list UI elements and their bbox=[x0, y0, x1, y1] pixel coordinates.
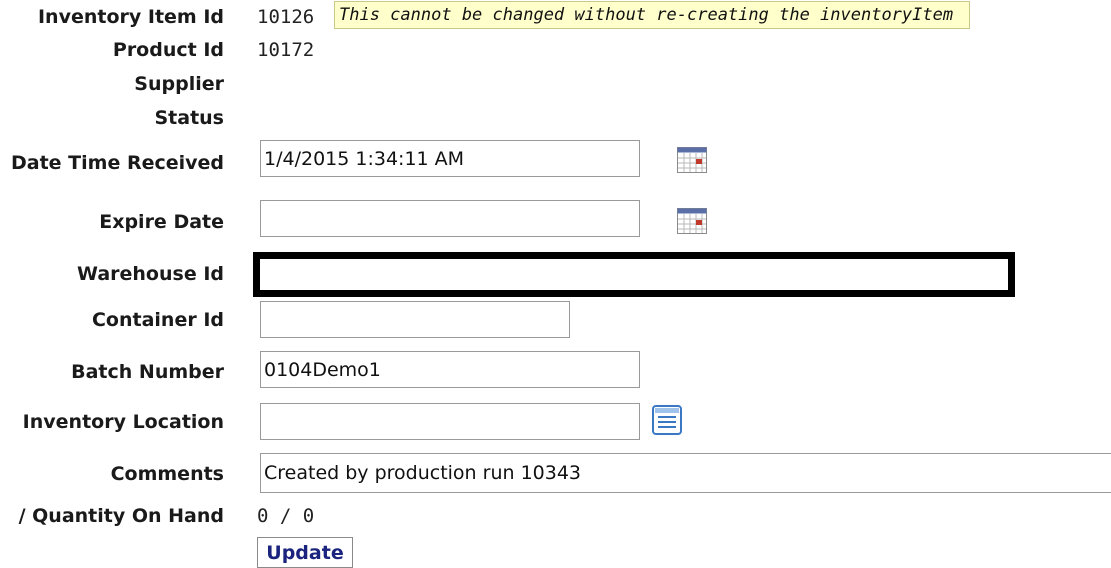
comments-label: Comments bbox=[110, 463, 224, 485]
batch-number-label: Batch Number bbox=[71, 361, 224, 383]
container-id-input[interactable] bbox=[260, 301, 570, 338]
expire-date-label: Expire Date bbox=[99, 211, 224, 233]
supplier-label: Supplier bbox=[134, 73, 224, 95]
quantity-on-hand-label: / Quantity On Hand bbox=[18, 505, 224, 527]
inventory-location-label: Inventory Location bbox=[22, 411, 224, 433]
lookup-list-icon[interactable] bbox=[652, 405, 682, 435]
container-id-label: Container Id bbox=[91, 309, 224, 331]
warehouse-id-input[interactable] bbox=[253, 252, 1015, 297]
inventory-item-id-label: Inventory Item Id bbox=[37, 6, 224, 28]
comments-input[interactable] bbox=[260, 453, 1111, 493]
inventory-item-id-tooltip: This cannot be changed without re-creati… bbox=[334, 1, 970, 29]
date-time-received-input[interactable] bbox=[260, 140, 640, 177]
calendar-icon[interactable] bbox=[677, 208, 707, 234]
batch-number-input[interactable] bbox=[260, 351, 640, 388]
warehouse-id-label: Warehouse Id bbox=[77, 263, 224, 285]
update-button[interactable]: Update bbox=[257, 537, 353, 568]
calendar-icon[interactable] bbox=[677, 147, 707, 173]
product-id-value: 10172 bbox=[257, 39, 315, 61]
date-time-received-label: Date Time Received bbox=[11, 152, 224, 174]
quantity-on-hand-value: 0 / 0 bbox=[257, 505, 315, 527]
product-id-label: Product Id bbox=[112, 39, 224, 61]
inventory-location-input[interactable] bbox=[260, 403, 640, 440]
expire-date-input[interactable] bbox=[260, 200, 640, 237]
status-label: Status bbox=[154, 107, 224, 129]
inventory-item-id-value: 10126 bbox=[257, 6, 315, 28]
